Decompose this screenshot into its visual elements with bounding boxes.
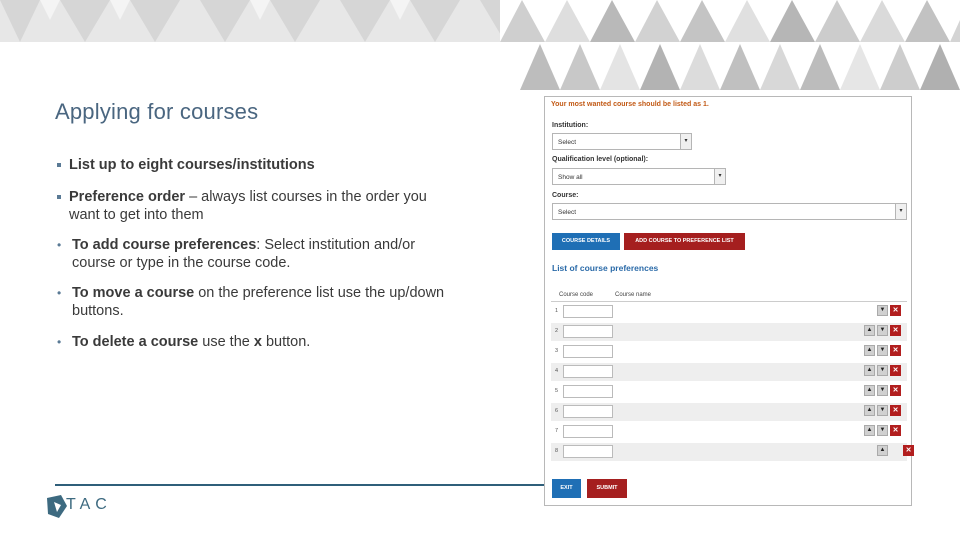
bullet-item: Preference order – always list courses i…	[57, 188, 517, 224]
add-to-preference-list-button[interactable]: ADD COURSE TO PREFERENCE LIST	[624, 233, 745, 250]
table-row: 7 ▲ ▼ ✕	[551, 423, 907, 441]
bullet-text: : Select institution and/or	[256, 237, 416, 253]
bullet-text: course or type in the course code.	[72, 255, 291, 271]
submit-button[interactable]: SUBMIT	[587, 479, 627, 498]
table-row: 1 ▼ ✕	[551, 303, 907, 321]
move-down-button[interactable]: ▼	[877, 325, 888, 336]
row-number: 4	[555, 368, 559, 374]
course-code-input[interactable]	[563, 445, 613, 458]
bullet-bold-text: To add course preferences	[72, 237, 257, 253]
bullet-bold-text: x	[253, 334, 262, 350]
qualification-value: Show all	[558, 174, 583, 181]
warning-text: Your most wanted course should be listed…	[551, 101, 709, 108]
preference-list-title: List of course preferences	[552, 263, 659, 273]
course-code-input[interactable]	[563, 345, 613, 358]
move-up-button[interactable]: ▲	[864, 365, 875, 376]
row-number: 3	[555, 348, 559, 354]
bullet-text: on the preference list use the up/down	[194, 285, 445, 301]
chevron-down-icon: ▾	[680, 134, 691, 149]
move-down-button[interactable]: ▼	[877, 385, 888, 396]
col-course-name: Course name	[615, 292, 652, 298]
table-row: 8 ▲ ✕	[551, 443, 914, 461]
bullet-text: use the	[198, 334, 254, 350]
course-code-input[interactable]	[563, 385, 613, 398]
move-down-button[interactable]: ▼	[877, 405, 888, 416]
bullet-marker: •	[57, 238, 62, 252]
move-down-button[interactable]: ▼	[877, 365, 888, 376]
course-code-input[interactable]	[563, 365, 613, 378]
bullet-bold-text: To move a course	[72, 285, 195, 301]
bullet-bold-text: List up to eight courses/institutions	[69, 157, 315, 173]
institution-value: Select	[558, 139, 577, 146]
row-number: 8	[555, 448, 559, 454]
institution-select[interactable]: Select ▾	[552, 133, 692, 150]
table-row: 6 ▲ ▼ ✕	[551, 403, 907, 421]
bullet-marker: •	[57, 335, 62, 349]
move-up-button[interactable]: ▲	[877, 445, 888, 456]
decorative-banner	[0, 0, 960, 90]
bullet-text: buttons.	[72, 303, 124, 319]
move-up-button[interactable]: ▲	[864, 345, 875, 356]
bullet-bold-text: To delete a course	[72, 334, 199, 350]
move-down-button[interactable]: ▼	[877, 345, 888, 356]
footer-divider	[55, 484, 545, 486]
move-up-button[interactable]: ▲	[864, 385, 875, 396]
row-number: 7	[555, 428, 559, 434]
delete-button[interactable]: ✕	[890, 345, 901, 356]
table-row: 2 ▲ ▼ ✕	[551, 323, 907, 341]
move-up-button[interactable]: ▲	[864, 325, 875, 336]
delete-button[interactable]: ✕	[890, 425, 901, 436]
row-number: 2	[555, 328, 559, 334]
sub-bullet-item: • To add course preferences: Select inst…	[57, 236, 517, 272]
slide-title: Applying for courses	[55, 99, 259, 124]
delete-button[interactable]: ✕	[890, 305, 901, 316]
delete-button[interactable]: ✕	[890, 405, 901, 416]
qualification-select[interactable]: Show all ▾	[552, 168, 726, 185]
row-number: 6	[555, 408, 559, 414]
row-number: 1	[555, 308, 559, 314]
sub-bullet-item: • To move a course on the preference lis…	[57, 284, 517, 320]
table-row: 5 ▲ ▼ ✕	[551, 383, 907, 401]
course-code-input[interactable]	[563, 305, 613, 318]
institution-label: Institution:	[552, 122, 589, 129]
delete-button[interactable]: ✕	[903, 445, 914, 456]
chevron-down-icon: ▾	[895, 204, 906, 219]
col-course-code: Course code	[559, 292, 594, 298]
bullet-bold-text: Preference order	[69, 189, 186, 205]
course-details-button[interactable]: COURSE DETAILS	[552, 233, 620, 250]
sub-bullet-item: • To delete a course use the x button.	[57, 333, 517, 351]
table-row: 4 ▲ ▼ ✕	[551, 363, 907, 381]
course-code-input[interactable]	[563, 425, 613, 438]
course-label: Course:	[552, 192, 579, 199]
course-code-input[interactable]	[563, 405, 613, 418]
bullet-marker	[57, 195, 61, 199]
chevron-down-icon: ▾	[714, 169, 725, 184]
move-down-button[interactable]: ▼	[877, 305, 888, 316]
course-value: Select	[558, 209, 577, 216]
course-preference-form: Your most wanted course should be listed…	[544, 96, 914, 506]
course-select[interactable]: Select ▾	[552, 203, 907, 220]
move-down-button[interactable]: ▼	[877, 425, 888, 436]
logo-text: TAC	[66, 496, 112, 513]
exit-button[interactable]: EXIT	[552, 479, 581, 498]
delete-button[interactable]: ✕	[890, 385, 901, 396]
bullet-marker	[57, 163, 61, 167]
row-number: 5	[555, 388, 559, 394]
bullet-text: button.	[261, 334, 311, 350]
qualification-label: Qualification level (optional):	[552, 156, 649, 163]
preference-table-header: Course code Course name	[551, 291, 907, 302]
bullet-text: – always list courses in the order you	[185, 189, 427, 205]
delete-button[interactable]: ✕	[890, 365, 901, 376]
bullet-text: want to get into them	[69, 207, 204, 223]
course-code-input[interactable]	[563, 325, 613, 338]
bullet-marker: •	[57, 286, 62, 300]
move-up-button[interactable]: ▲	[864, 405, 875, 416]
move-up-button[interactable]: ▲	[864, 425, 875, 436]
delete-button[interactable]: ✕	[890, 325, 901, 336]
bullet-item: List up to eight courses/institutions	[57, 156, 517, 174]
table-row: 3 ▲ ▼ ✕	[551, 343, 907, 361]
